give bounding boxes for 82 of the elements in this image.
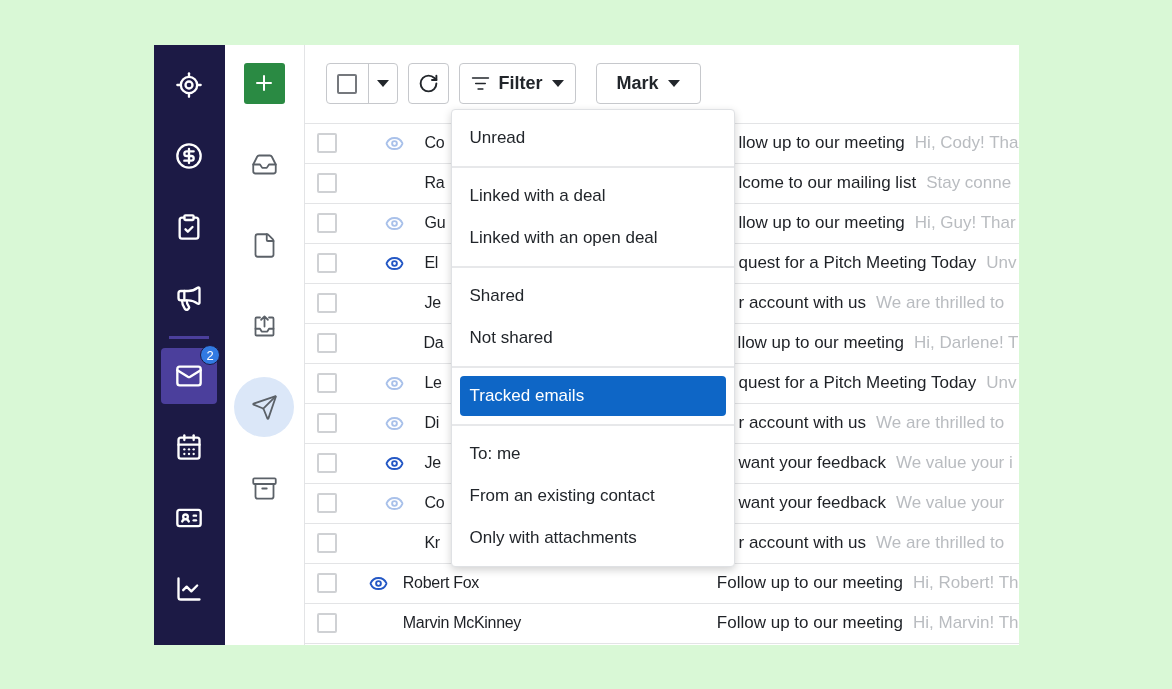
email-preview: Hi, Darlene! T: [913, 333, 1019, 353]
row-checkbox[interactable]: [316, 373, 337, 393]
email-preview: We are thrilled to: [876, 293, 1005, 313]
new-email-button[interactable]: [243, 62, 285, 104]
row-checkbox[interactable]: [316, 173, 337, 193]
sender-name: El: [424, 254, 439, 272]
sender-name: Marvin McKinney: [402, 614, 522, 632]
sender-name: Je: [424, 454, 441, 472]
row-checkbox[interactable]: [316, 493, 337, 513]
row-checkbox[interactable]: [316, 573, 337, 593]
email-subject: quest for a Pitch Meeting Today: [738, 373, 977, 393]
email-preview: Hi, Cody! Tha: [914, 133, 1019, 153]
row-checkbox[interactable]: [316, 213, 337, 233]
sender-name: Gu: [424, 214, 446, 232]
row-checkbox[interactable]: [316, 293, 337, 313]
dollar-icon: [175, 142, 203, 170]
filter-option[interactable]: Not shared: [459, 316, 726, 359]
filter-option[interactable]: To: me: [459, 432, 726, 475]
email-preview: Hi, Robert! Th: [913, 573, 1019, 593]
archive-icon: [250, 474, 278, 502]
sender-name: Robert Fox: [402, 574, 479, 592]
row-checkbox[interactable]: [316, 413, 337, 433]
caret-icon: [551, 80, 564, 87]
email-preview: Hi, Guy! Thar: [914, 213, 1016, 233]
select-all-control[interactable]: [325, 63, 398, 104]
sender-name: Co: [424, 134, 445, 152]
target-icon: [175, 71, 203, 99]
email-preview: Unv: [986, 253, 1017, 273]
email-preview: Unv: [986, 373, 1017, 393]
row-checkbox[interactable]: [316, 253, 337, 273]
filter-icon: [470, 74, 490, 93]
sender-name: Le: [424, 374, 442, 392]
select-all-checkbox[interactable]: [337, 73, 357, 94]
email-subject: lcome to our mailing list: [738, 173, 917, 193]
filter-button[interactable]: Filter: [458, 63, 576, 104]
filter-option[interactable]: Linked with a deal: [459, 174, 726, 217]
refresh-button[interactable]: [407, 63, 449, 104]
caret-icon: [667, 80, 680, 87]
filter-option[interactable]: Linked with an open deal: [459, 216, 726, 259]
send-icon: [250, 393, 278, 421]
filter-option[interactable]: Tracked emails: [459, 375, 726, 416]
sender-name: Ra: [424, 174, 445, 192]
chart-icon: [175, 575, 203, 603]
email-preview: We value your: [895, 493, 1005, 513]
sender-name: Co: [424, 494, 445, 512]
unread-badge: 2: [200, 345, 220, 365]
sender-name: Je: [424, 294, 441, 312]
sender-name: Da: [423, 334, 444, 352]
filter-option[interactable]: Unread: [459, 116, 726, 159]
email-preview: Hi, Marvin! Th: [913, 613, 1019, 633]
refresh-icon: [417, 73, 439, 94]
email-preview: We are thrilled to: [876, 533, 1005, 553]
email-subject: r account with us: [738, 413, 867, 433]
email-subject: want your feedback: [738, 493, 886, 513]
mark-button[interactable]: Mark: [595, 63, 701, 104]
nav-button[interactable]: 2: [161, 348, 217, 404]
email-subject: Follow up to our meeting: [716, 573, 903, 593]
email-subject: quest for a Pitch Meeting Today: [738, 253, 977, 273]
filter-option[interactable]: Only with attachments: [459, 516, 726, 559]
folder-button[interactable]: [234, 377, 294, 437]
email-subject: llow up to our meeting: [737, 333, 904, 353]
email-subject: llow up to our meeting: [738, 133, 905, 153]
email-preview: We are thrilled to: [876, 413, 1005, 433]
calendar-icon: [175, 433, 203, 461]
email-subject: llow up to our meeting: [738, 213, 905, 233]
filter-option[interactable]: Shared: [459, 274, 726, 317]
email-subject: r account with us: [738, 533, 867, 553]
row-checkbox[interactable]: [316, 533, 337, 553]
email-subject: Follow up to our meeting: [716, 613, 903, 633]
email-subject: r account with us: [738, 293, 867, 313]
row-checkbox[interactable]: [316, 133, 337, 153]
caret-icon: [376, 80, 389, 87]
email-subject: want your feedback: [738, 453, 886, 473]
sender-name: Kr: [424, 534, 440, 552]
email-preview: Stay conne: [926, 173, 1012, 193]
email-preview: We value your i: [895, 453, 1013, 473]
filter-option[interactable]: From an existing contact: [459, 474, 726, 517]
row-checkbox[interactable]: [316, 333, 337, 353]
sender-name: Di: [424, 414, 439, 432]
megaphone-icon: [175, 284, 203, 312]
row-checkbox[interactable]: [316, 453, 337, 473]
row-checkbox[interactable]: [316, 613, 337, 633]
